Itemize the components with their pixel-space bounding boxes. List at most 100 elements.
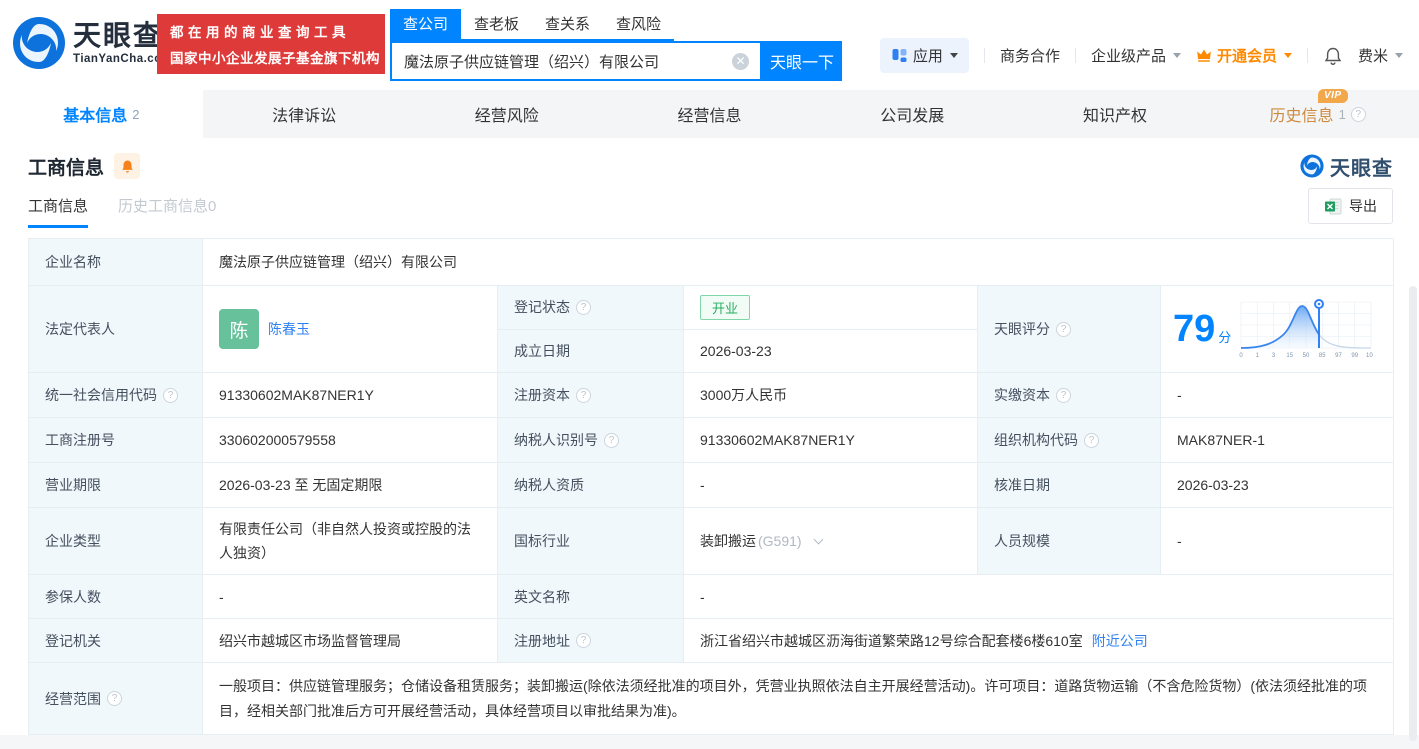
search-tab-company[interactable]: 查公司 (390, 9, 462, 39)
field-label-reg-address: 注册地址? (498, 619, 684, 663)
help-icon[interactable]: ? (604, 432, 619, 448)
field-label-taxpayer-quality: 纳税人资质 (498, 463, 684, 508)
field-value-approve-date: 2026-03-23 (1161, 463, 1394, 508)
tab-count-badge: 2 (132, 106, 140, 122)
tianyancha-logo-icon (13, 17, 65, 69)
chevron-down-icon (1283, 53, 1292, 58)
score-value: 79 (1173, 308, 1216, 350)
tab-basic-info[interactable]: 基本信息 2 (0, 90, 203, 138)
help-icon[interactable]: ? (1056, 321, 1071, 337)
field-value-reg-authority: 绍兴市越城区市场监督管理局 (203, 619, 498, 663)
field-label-reg-authority: 登记机关 (29, 619, 203, 663)
business-registration-table: 企业名称 魔法原子供应链管理（绍兴）有限公司 法定代表人 陈 陈春玉 登记状态?… (28, 238, 1394, 735)
score-unit: 分 (1218, 330, 1232, 345)
field-label-legal-rep: 法定代表人 (29, 286, 203, 373)
help-icon[interactable]: ? (107, 691, 122, 706)
field-label-industry: 国标行业 (498, 508, 684, 575)
expand-industry-chevron-icon[interactable] (813, 534, 824, 545)
divider (1074, 48, 1076, 63)
tab-intellectual-property[interactable]: 知识产权 (1014, 90, 1217, 138)
field-label-staff-size: 人员规模 (978, 508, 1161, 575)
field-label-tianyan-score: 天眼评分? (978, 286, 1161, 373)
nav-user-account[interactable]: 费米 (1358, 45, 1403, 66)
notification-bell[interactable] (1323, 46, 1343, 66)
tab-history-info[interactable]: 历史信息 VIP 1 ? (1216, 89, 1419, 138)
field-value-credit-code: 91330602MAK87NER1Y (203, 373, 498, 418)
search-tab-relation[interactable]: 查关系 (532, 9, 603, 39)
field-label-taxpayer-id: 纳税人识别号? (498, 418, 684, 463)
page-bottom-strip (0, 735, 1419, 749)
bell-icon (1324, 47, 1342, 65)
svg-text:97: 97 (1335, 353, 1342, 359)
search-tab-risk[interactable]: 查风险 (603, 9, 674, 39)
legal-rep-avatar[interactable]: 陈 (219, 309, 259, 349)
field-value-business-scope: 一般项目：供应链管理服务；仓储设备租赁服务；装卸搬运(除依法须经批准的项目外，凭… (203, 663, 1394, 735)
field-value-company-name: 魔法原子供应链管理（绍兴）有限公司 (203, 239, 1394, 286)
field-value-legal-rep: 陈 陈春玉 (203, 286, 498, 373)
search-box: ✕ (390, 41, 762, 81)
tianyancha-company-page: 天眼查 TianYanCha.com 都在用的商业查询工具 国家中小企业发展子基… (0, 0, 1419, 749)
field-label-insured-count: 参保人数 (29, 575, 203, 619)
vip-badge: VIP (1317, 89, 1348, 103)
tab-count-badge: 1 (1338, 106, 1346, 122)
field-value-reg-status: 开业 (684, 286, 978, 330)
svg-text:85: 85 (1319, 353, 1326, 359)
field-label-reg-number: 工商注册号 (29, 418, 203, 463)
nav-cooperation[interactable]: 商务合作 (1000, 45, 1060, 66)
svg-text:100: 100 (1366, 353, 1373, 359)
tab-business-risk[interactable]: 经营风险 (405, 90, 608, 138)
field-value-taxpayer-id: 91330602MAK87NER1Y (684, 418, 978, 463)
nearby-companies-link[interactable]: 附近公司 (1092, 631, 1148, 651)
help-icon[interactable]: ? (1084, 432, 1099, 448)
chevron-down-icon (1395, 53, 1403, 58)
chevron-down-icon (1172, 53, 1181, 58)
subtabs-row: 工商信息 历史工商信息0 导出 (0, 188, 1419, 228)
excel-icon (1325, 198, 1342, 214)
field-label-credit-code: 统一社会信用代码? (29, 373, 203, 418)
field-value-tianyan-score: 79 分 0 1 3 15 50 85 97 99 10 (1161, 286, 1394, 373)
subscribe-bell-button[interactable] (114, 153, 141, 179)
help-icon[interactable]: ? (163, 387, 178, 403)
help-icon[interactable]: ? (576, 387, 591, 403)
help-icon[interactable]: ? (576, 633, 591, 648)
apps-grid-icon (892, 49, 907, 62)
field-label-establish-date: 成立日期 (498, 329, 684, 373)
field-value-industry: 装卸搬运 (G591) (684, 508, 978, 575)
search-tabs: 查公司 查老板 查关系 查风险 (390, 9, 675, 41)
tianyancha-watermark: 天眼查 (1300, 152, 1393, 181)
search-input[interactable] (392, 43, 722, 79)
slogan-line-1: 都在用的商业查询工具 (170, 25, 350, 40)
field-label-reg-status: 登记状态? (498, 286, 684, 330)
nav-vip-membership[interactable]: 开通会员 (1196, 45, 1292, 66)
field-value-org-code: MAK87NER-1 (1161, 418, 1394, 463)
field-label-company-type: 企业类型 (29, 508, 203, 575)
help-icon[interactable]: ? (1350, 106, 1366, 122)
help-icon[interactable]: ? (576, 299, 591, 315)
divider (983, 48, 985, 63)
svg-text:99: 99 (1352, 353, 1359, 359)
tab-company-development[interactable]: 公司发展 (811, 90, 1014, 138)
nav-enterprise-products[interactable]: 企业级产品 (1091, 45, 1181, 66)
divider (1306, 48, 1308, 63)
search-tab-boss[interactable]: 查老板 (461, 9, 532, 39)
search-button[interactable]: 天眼一下 (762, 41, 842, 81)
nav-apps[interactable]: 应用 (879, 38, 969, 73)
legal-rep-link[interactable]: 陈春玉 (268, 319, 310, 339)
subtab-business-info[interactable]: 工商信息 (28, 195, 89, 228)
help-icon[interactable]: ? (1056, 387, 1071, 403)
svg-text:1: 1 (1256, 353, 1260, 359)
brand-slogan: 都在用的商业查询工具 国家中小企业发展子基金旗下机构 (157, 14, 385, 74)
export-button[interactable]: 导出 (1308, 188, 1393, 224)
tab-business-info[interactable]: 经营信息 (608, 90, 811, 138)
section-head: 工商信息 天眼查 (0, 150, 1419, 182)
slogan-line-2: 国家中小企业发展子基金旗下机构 (170, 51, 380, 66)
tab-legal-proceedings[interactable]: 法律诉讼 (203, 90, 406, 138)
tianyancha-logo[interactable]: 天眼查 TianYanCha.com (12, 16, 172, 70)
watermark-text: 天眼查 (1330, 157, 1393, 180)
subtab-history-business-info[interactable]: 历史工商信息0 (118, 195, 216, 228)
nav-apps-label: 应用 (912, 48, 943, 65)
scrollbar[interactable] (1409, 286, 1417, 741)
field-label-english-name: 英文名称 (498, 575, 684, 619)
clear-search-icon[interactable]: ✕ (732, 53, 749, 70)
field-value-paid-capital: - (1161, 373, 1394, 418)
